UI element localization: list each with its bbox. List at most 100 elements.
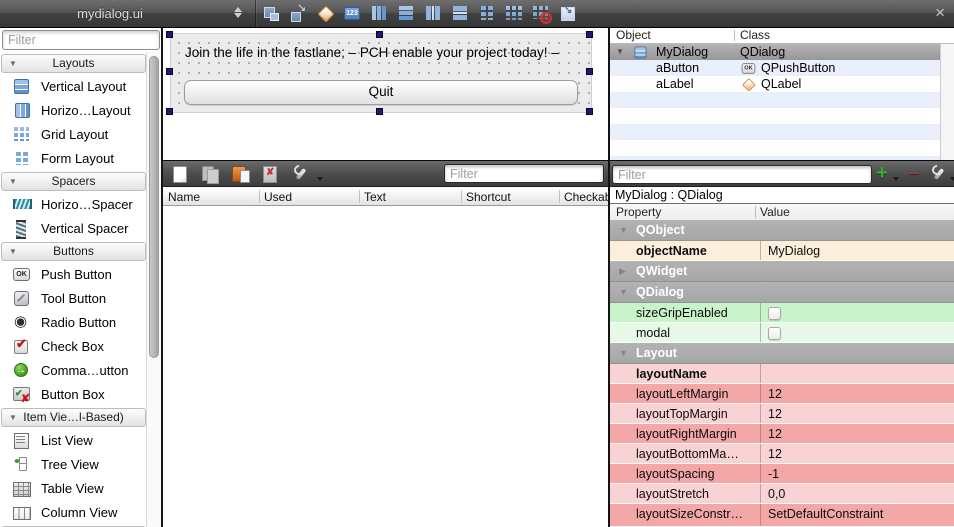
lay-form-icon[interactable] bbox=[478, 4, 496, 22]
spinner-up-icon bbox=[234, 7, 242, 12]
empty-row bbox=[610, 108, 954, 124]
configure-icon[interactable] bbox=[291, 165, 309, 183]
widgetbox-category[interactable]: ▼Spacers bbox=[1, 172, 146, 191]
selection-handle-top-mid[interactable] bbox=[376, 31, 383, 38]
widget-item[interactable]: Table View bbox=[0, 476, 147, 500]
form-editor: Join the life in the fastlane; – PCH ena… bbox=[163, 28, 608, 160]
edit-tab-order-icon[interactable] bbox=[343, 4, 361, 22]
column-header-name[interactable]: Name bbox=[168, 190, 200, 204]
close-icon[interactable]: × bbox=[935, 2, 945, 24]
document-spinner[interactable] bbox=[234, 6, 244, 19]
inspector-row-MyDialog[interactable]: ▼MyDialogQDialog bbox=[610, 44, 954, 60]
delete-action-icon[interactable] bbox=[261, 165, 279, 183]
widgetbox-scrollbar[interactable] bbox=[146, 52, 161, 527]
widget-item[interactable]: Grid Layout bbox=[0, 122, 147, 146]
inspector-row-aButton[interactable]: aButtonQPushButton bbox=[610, 60, 954, 76]
widget-item[interactable]: Column View bbox=[0, 500, 147, 524]
property-row-layoutBottomMa…[interactable]: layoutBottomMa…12 bbox=[610, 444, 954, 464]
lay-vertical-icon[interactable] bbox=[397, 4, 415, 22]
property-row-layoutLeftMargin[interactable]: layoutLeftMargin12 bbox=[610, 384, 954, 404]
section-row-QObject[interactable]: ▼QObject bbox=[610, 220, 954, 241]
widgetbox-category[interactable]: ▼Item Vie…l-Based) bbox=[1, 408, 146, 427]
column-header-shortcut[interactable]: Shortcut bbox=[466, 190, 511, 204]
column-header-used[interactable]: Used bbox=[264, 190, 292, 204]
lay-grid-icon[interactable] bbox=[505, 4, 523, 22]
scrollbar-thumb[interactable] bbox=[149, 56, 159, 358]
widget-item[interactable]: Check Box bbox=[0, 334, 147, 358]
property-row-layoutStretch[interactable]: layoutStretch0,0 bbox=[610, 484, 954, 504]
widget-item[interactable]: Push Button bbox=[0, 262, 147, 286]
action-filter-input[interactable] bbox=[444, 164, 604, 183]
section-row-Layout[interactable]: ▼Layout bbox=[610, 343, 954, 364]
property-value bbox=[760, 364, 954, 383]
column-header-value[interactable]: Value bbox=[760, 205, 790, 219]
column-header-object[interactable]: Object bbox=[616, 28, 651, 42]
remove-property-icon[interactable] bbox=[906, 165, 922, 183]
property-row-layoutName[interactable]: layoutName bbox=[610, 364, 954, 384]
new-action-icon[interactable] bbox=[171, 165, 189, 183]
edit-widgets-icon[interactable] bbox=[262, 4, 280, 22]
column-divider[interactable] bbox=[734, 30, 735, 41]
column-header-checkab[interactable]: Checkab bbox=[564, 190, 611, 204]
break-layout-icon[interactable] bbox=[532, 4, 550, 22]
object-inspector-scrollbar[interactable] bbox=[940, 44, 954, 160]
selection-handle-mid-left[interactable] bbox=[166, 68, 173, 75]
widget-item[interactable]: Radio Button bbox=[0, 310, 147, 334]
widget-item[interactable]: Vertical Spacer bbox=[0, 216, 147, 240]
property-row-modal[interactable]: modal bbox=[610, 323, 954, 343]
add-property-icon[interactable] bbox=[874, 165, 890, 183]
empty-row bbox=[610, 124, 954, 140]
selection-handle-mid-right[interactable] bbox=[586, 68, 593, 75]
selection-handle-bottom-mid[interactable] bbox=[376, 108, 383, 115]
edit-buddies-icon[interactable] bbox=[316, 4, 334, 22]
widgetbox-category[interactable]: ▼Buttons bbox=[1, 242, 146, 261]
property-row-layoutTopMargin[interactable]: layoutTopMargin12 bbox=[610, 404, 954, 424]
property-filter-input[interactable] bbox=[612, 165, 872, 184]
selection-handle-top-right[interactable] bbox=[586, 31, 593, 38]
widget-item[interactable]: Button Box bbox=[0, 382, 147, 406]
section-row-QWidget[interactable]: ▶QWidget bbox=[610, 261, 954, 282]
widget-item[interactable]: List View bbox=[0, 428, 147, 452]
inspector-row-aLabel[interactable]: aLabelQLabel bbox=[610, 76, 954, 92]
widget-item[interactable]: Form Layout bbox=[0, 146, 147, 170]
lay-horizontal-icon[interactable] bbox=[370, 4, 388, 22]
property-row-layoutSizeConstr…[interactable]: layoutSizeConstr…SetDefaultConstraint bbox=[610, 504, 954, 527]
adjust-size-icon[interactable] bbox=[559, 4, 577, 22]
column-header-class[interactable]: Class bbox=[740, 28, 770, 42]
widget-item[interactable]: Tree View bbox=[0, 452, 147, 476]
widget-item[interactable]: Horizo…Spacer bbox=[0, 192, 147, 216]
tool-button-icon bbox=[13, 290, 30, 307]
paste-action-icon[interactable] bbox=[231, 165, 249, 183]
column-header-text[interactable]: Text bbox=[364, 190, 386, 204]
copy-action-icon[interactable] bbox=[201, 165, 219, 183]
table-view-icon bbox=[13, 480, 30, 497]
property-editor-toolbar bbox=[610, 160, 954, 187]
property-row-objectName[interactable]: objectNameMyDialog bbox=[610, 241, 954, 261]
checkbox[interactable] bbox=[768, 327, 781, 340]
widget-item[interactable]: Tool Button bbox=[0, 286, 147, 310]
selection-handle-bottom-right[interactable] bbox=[586, 108, 593, 115]
selection-handle-top-left[interactable] bbox=[166, 31, 173, 38]
designed-quit-button[interactable]: Quit bbox=[184, 80, 578, 105]
widget-item[interactable]: Horizo…Layout bbox=[0, 98, 147, 122]
edit-signals-slots-icon[interactable] bbox=[289, 4, 307, 22]
lay-split-horizontal-icon[interactable] bbox=[424, 4, 442, 22]
widgetbox-filter-input[interactable] bbox=[2, 30, 160, 50]
lay-split-vertical-icon[interactable] bbox=[451, 4, 469, 22]
column-divider[interactable] bbox=[755, 206, 756, 218]
configure-icon[interactable] bbox=[929, 165, 947, 183]
widget-item[interactable]: Comma…utton bbox=[0, 358, 147, 382]
widget-item[interactable]: Vertical Layout bbox=[0, 74, 147, 98]
value-text: 0,0 bbox=[768, 487, 785, 501]
property-row-layoutSpacing[interactable]: layoutSpacing-1 bbox=[610, 464, 954, 484]
designed-dialog[interactable]: Join the life in the fastlane; – PCH ena… bbox=[170, 33, 592, 113]
checkbox[interactable] bbox=[768, 307, 781, 320]
designed-label[interactable]: Join the life in the fastlane; – PCH ena… bbox=[185, 45, 583, 60]
selection-handle-bottom-left[interactable] bbox=[166, 108, 173, 115]
widgetbox-category[interactable]: ▼Layouts bbox=[1, 54, 146, 73]
property-row-sizeGripEnabled[interactable]: sizeGripEnabled bbox=[610, 303, 954, 323]
section-row-QDialog[interactable]: ▼QDialog bbox=[610, 282, 954, 303]
qt-designer-window: mydialog.ui × ▼LayoutsVertical LayoutHor… bbox=[0, 0, 954, 527]
property-row-layoutRightMargin[interactable]: layoutRightMargin12 bbox=[610, 424, 954, 444]
column-header-property[interactable]: Property bbox=[616, 205, 661, 219]
